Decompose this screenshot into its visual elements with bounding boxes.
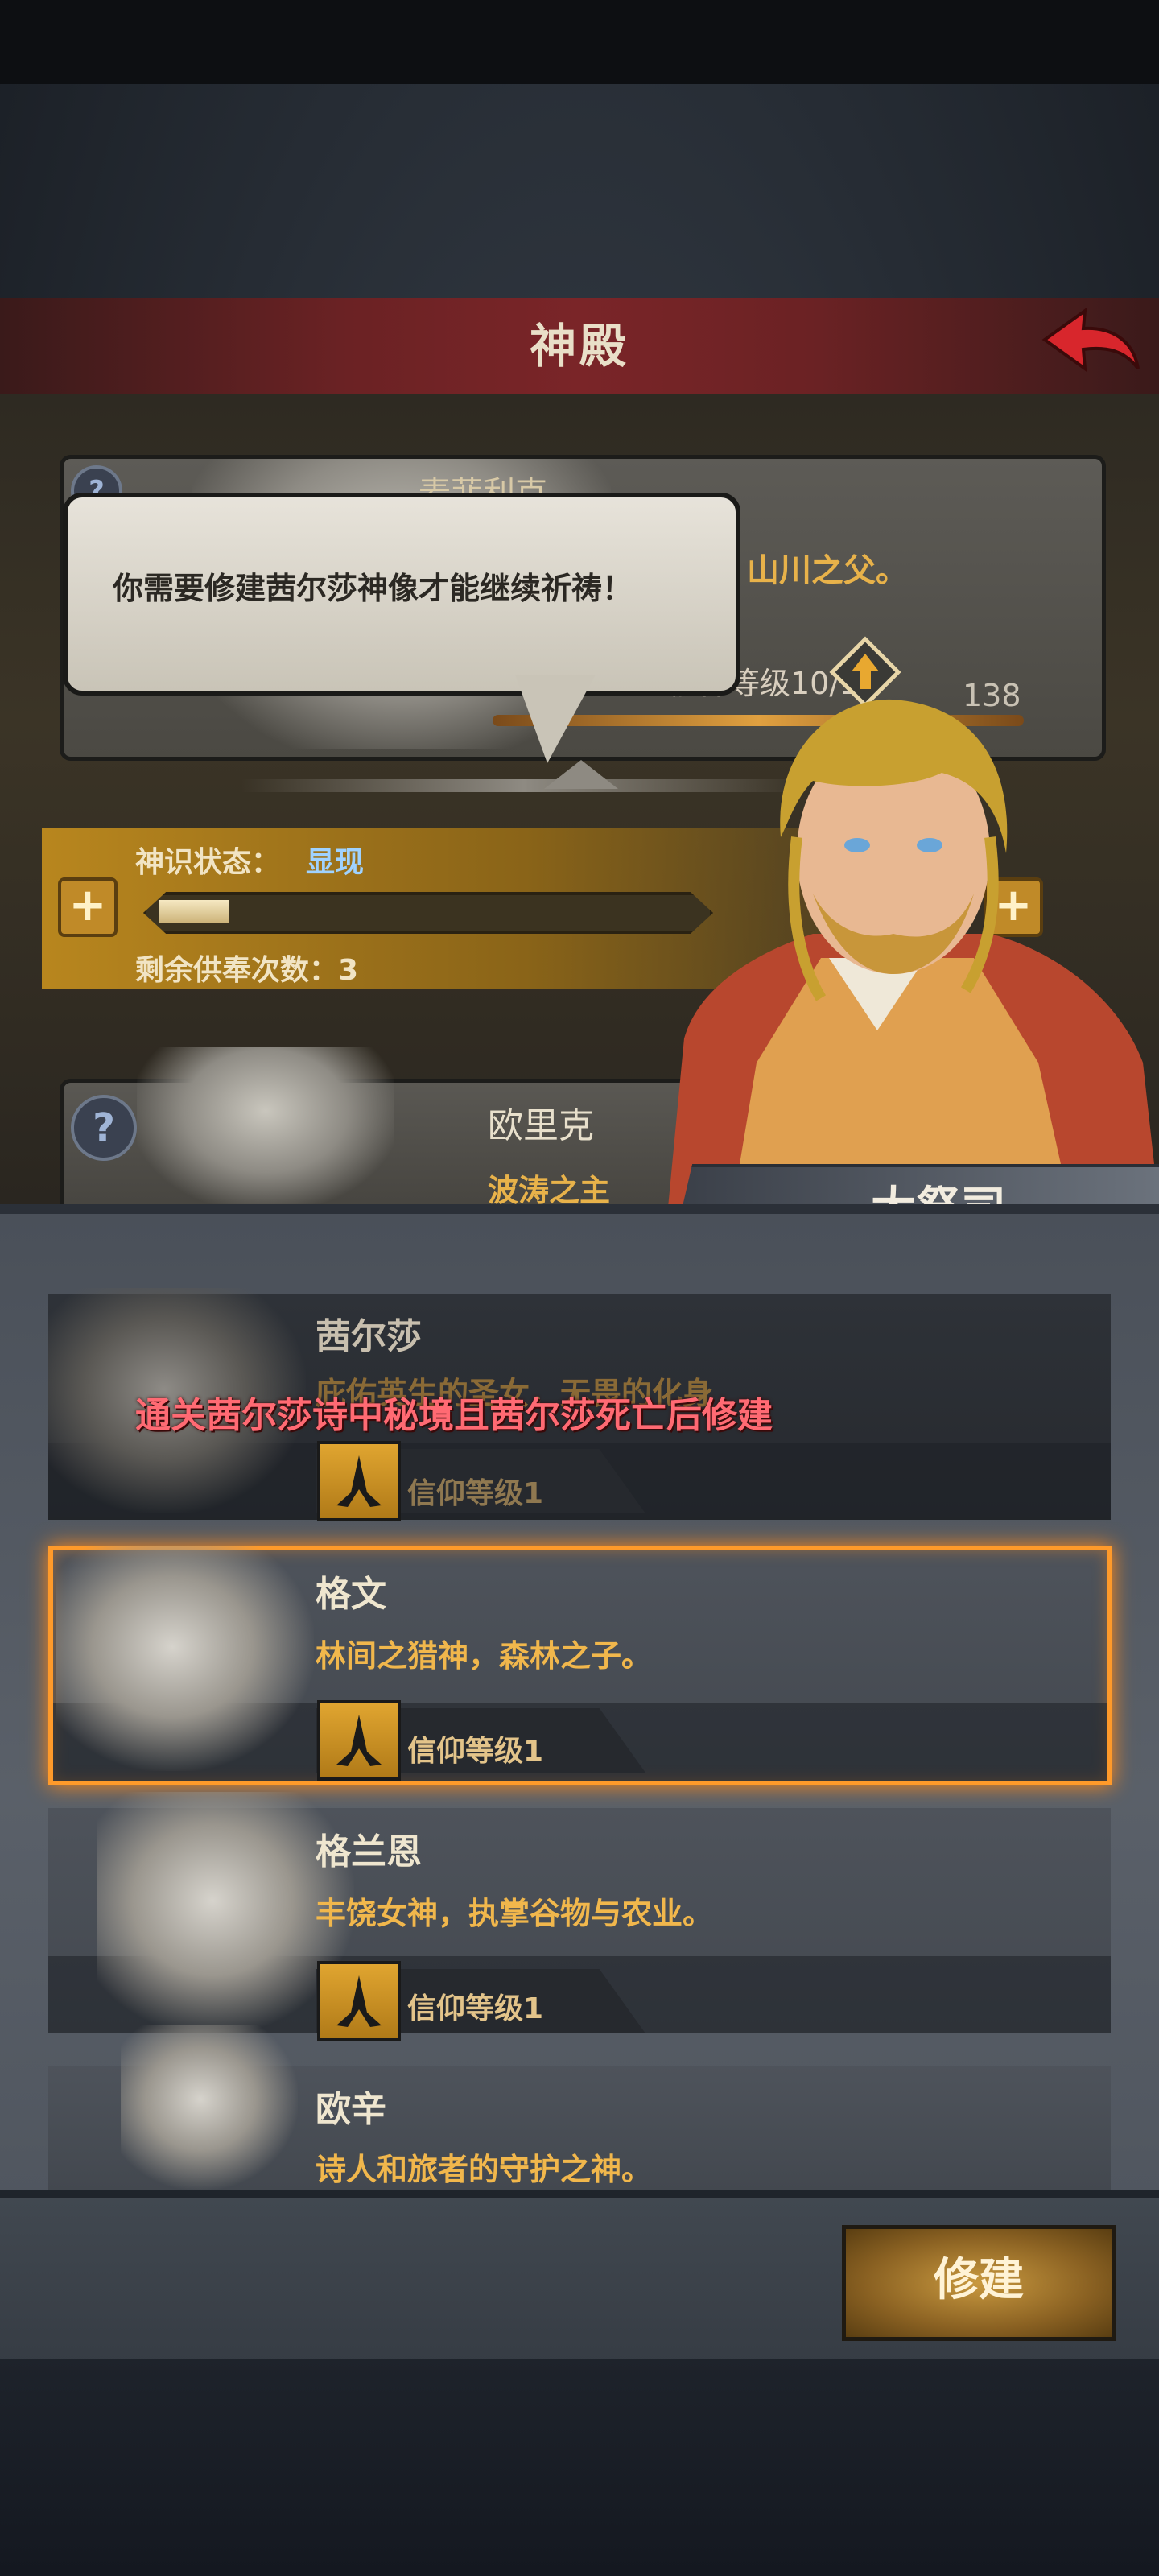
second-god-desc: 波涛之主 bbox=[488, 1173, 611, 1208]
god-name: 格文 bbox=[316, 1574, 386, 1615]
faith-hands-icon bbox=[317, 1441, 401, 1521]
god-desc: 诗人和旅者的守护之神。 bbox=[316, 2152, 653, 2187]
faith-level-text: 信仰等级1 bbox=[407, 1735, 544, 1768]
faith-hands-icon bbox=[317, 1961, 401, 2041]
offering-progress-bar bbox=[143, 892, 713, 934]
god-desc: 林间之猎神，森林之子。 bbox=[316, 1638, 653, 1674]
unlock-condition-text: 通关茜尔莎诗中秘境且茜尔莎死亡后修建 bbox=[135, 1395, 773, 1436]
build-button[interactable]: 修建 bbox=[842, 2225, 1116, 2341]
divider-arrow-icon bbox=[544, 760, 618, 789]
divine-state-value: 显现 bbox=[306, 846, 365, 879]
faith-level-text: 信仰等级1 bbox=[407, 1992, 544, 2025]
footer-background bbox=[0, 2359, 1159, 2576]
page-title: 神殿 bbox=[529, 319, 629, 374]
god-name: 格兰恩 bbox=[316, 1831, 422, 1872]
god-desc: 丰饶女神，执掌谷物与农业。 bbox=[316, 1896, 714, 1931]
second-god-name: 欧里克 bbox=[488, 1105, 594, 1146]
god-portrait bbox=[56, 1546, 314, 1771]
remaining-offerings: 剩余供奉次数：3 bbox=[135, 954, 359, 987]
god-statue-portrait bbox=[137, 1046, 394, 1208]
god-portrait bbox=[121, 2025, 298, 2190]
speech-bubble-tail bbox=[515, 675, 596, 763]
divine-state-label: 神识状态： bbox=[135, 846, 281, 879]
faith-level-text: 信仰等级1 bbox=[407, 1477, 544, 1510]
god-name: 欧辛 bbox=[316, 2089, 386, 2130]
speech-bubble-text: 你需要修建茜尔莎神像才能继续祈祷！ bbox=[113, 571, 633, 606]
faith-hands-icon bbox=[317, 1700, 401, 1781]
offering-progress-fill bbox=[159, 900, 229, 923]
help-icon[interactable]: ? bbox=[71, 1095, 137, 1161]
high-priest-portrait bbox=[636, 692, 1159, 1208]
status-bar-area bbox=[0, 0, 1159, 84]
featured-god-desc: 山川之父。 bbox=[747, 552, 908, 589]
god-name: 茜尔莎 bbox=[316, 1316, 422, 1357]
back-button[interactable] bbox=[1038, 304, 1143, 385]
back-arrow-icon bbox=[1041, 307, 1140, 373]
left-plus-button[interactable]: + bbox=[58, 877, 118, 937]
